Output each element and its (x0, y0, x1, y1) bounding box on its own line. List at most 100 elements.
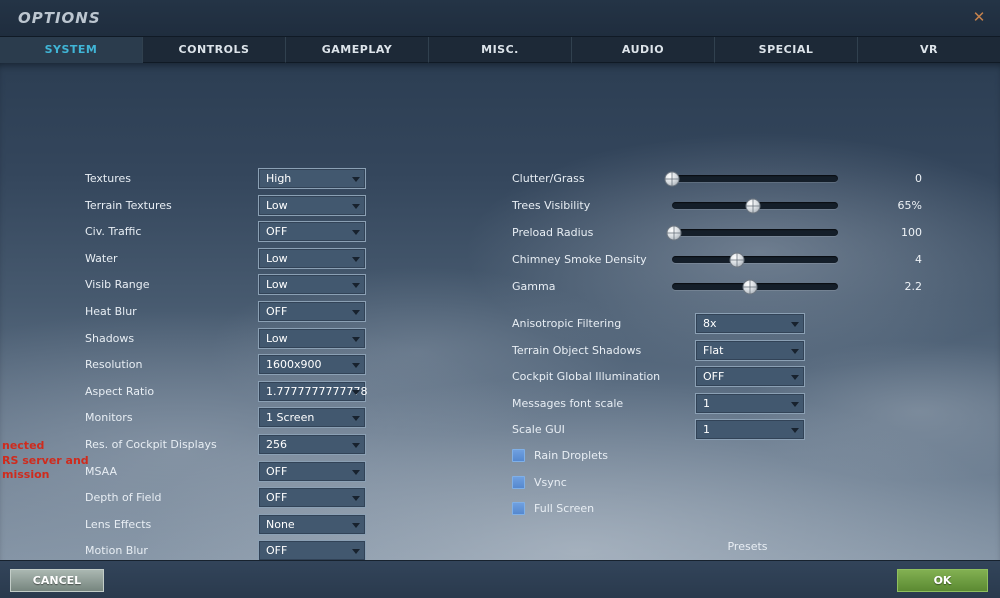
tab[interactable]: SYSTEM (0, 37, 143, 63)
checkbox[interactable] (512, 502, 525, 515)
setting-dropdown[interactable]: 1600x900 (258, 354, 366, 376)
setting-row: Terrain Textures Low (85, 194, 366, 216)
setting-label: Cockpit Global Illumination (512, 370, 661, 384)
tab[interactable]: CONTROLS (143, 37, 286, 63)
chevron-down-icon (791, 401, 799, 407)
title-bar: OPTIONS ✕ (0, 0, 1000, 37)
setting-dropdown[interactable]: 1 (695, 392, 805, 414)
chevron-down-icon (791, 428, 799, 434)
slider-label: Gamma (512, 280, 556, 293)
slider-handle[interactable] (742, 279, 758, 294)
slider-track[interactable] (672, 252, 838, 267)
ok-button[interactable]: OK (897, 569, 988, 592)
slider-value: 65% (897, 199, 922, 212)
setting-dropdown[interactable]: Flat (695, 339, 805, 361)
setting-label: Scale GUI (512, 423, 565, 437)
dropdown-value: 1600x900 (266, 358, 322, 372)
setting-dropdown[interactable]: OFF (258, 487, 366, 509)
setting-dropdown[interactable]: 1 Screen (258, 407, 366, 429)
setting-dropdown[interactable]: OFF (258, 300, 366, 322)
dropdown-value: 256 (266, 437, 287, 451)
dropdown-value: Low (266, 331, 288, 345)
left-settings-column: Textures High Terrain Textures Low Civ. … (85, 168, 367, 598)
setting-dropdown[interactable]: Low (258, 327, 366, 349)
setting-row: Terrain Object Shadows Flat (512, 339, 807, 361)
setting-dropdown[interactable]: None (258, 513, 366, 535)
slider-value: 2.2 (904, 280, 923, 293)
presets-title: Presets (727, 540, 768, 553)
setting-row: Anisotropic Filtering 8x (512, 313, 807, 334)
right-settings-column: Anisotropic Filtering 8x Terrain Object … (512, 313, 807, 441)
chevron-down-icon (791, 348, 799, 354)
setting-dropdown[interactable]: Low (258, 194, 366, 216)
setting-label: Resolution (85, 358, 143, 372)
setting-row: Textures High (85, 168, 366, 189)
chevron-down-icon (352, 522, 360, 528)
setting-row: Shadows Low (85, 327, 366, 349)
setting-dropdown[interactable]: OFF (258, 221, 366, 243)
setting-label: Messages font scale (512, 396, 624, 410)
slider-handle[interactable] (664, 171, 680, 186)
tab[interactable]: GAMEPLAY (286, 37, 429, 63)
setting-dropdown[interactable]: 256 (258, 433, 366, 455)
tab-label: SYSTEM (44, 43, 98, 56)
setting-dropdown[interactable]: 1.7777777777778 (258, 380, 367, 402)
setting-label: Heat Blur (85, 304, 137, 318)
setting-label: Civ. Traffic (85, 225, 142, 239)
close-icon[interactable]: ✕ (970, 8, 988, 26)
chevron-down-icon (352, 496, 360, 502)
slider-track[interactable] (664, 171, 838, 186)
checkbox[interactable] (512, 475, 525, 489)
settings-panel: nected RS server and mission Textures Hi… (0, 63, 1000, 598)
slider-handle[interactable] (666, 225, 682, 240)
dropdown-value: 1 (703, 396, 710, 410)
cancel-button[interactable]: CANCEL (10, 569, 104, 592)
slider-row: Clutter/Grass 0 (512, 168, 922, 189)
tab[interactable]: MISC. (429, 37, 572, 63)
setting-dropdown[interactable]: 8x (695, 313, 805, 334)
setting-dropdown[interactable]: OFF (258, 460, 366, 482)
dropdown-value: 8x (703, 317, 717, 330)
setting-dropdown[interactable]: OFF (695, 366, 805, 388)
dropdown-value: OFF (266, 225, 288, 239)
checkbox-row: Vsync (512, 472, 762, 493)
cancel-button-label: CANCEL (32, 574, 82, 587)
slider-value: 4 (915, 253, 922, 266)
setting-dropdown[interactable]: High (258, 168, 366, 189)
setting-dropdown[interactable]: 1 (695, 419, 805, 441)
slider-handle[interactable] (729, 252, 745, 267)
ok-button-label: OK (933, 574, 952, 587)
setting-label: Textures (85, 172, 131, 185)
setting-label: Aspect Ratio (85, 384, 155, 398)
setting-row: Cockpit Global Illumination OFF (512, 366, 807, 388)
slider-track[interactable] (666, 225, 838, 240)
tab[interactable]: SPECIAL (715, 37, 858, 63)
setting-row: Resolution 1600x900 (85, 354, 366, 376)
slider-track[interactable] (672, 279, 838, 294)
setting-dropdown[interactable]: Low (258, 247, 366, 269)
footer-bar: CANCEL OK (0, 560, 1000, 598)
chevron-down-icon (352, 256, 360, 262)
setting-row: MSAA OFF (85, 460, 366, 482)
tab[interactable]: AUDIO (572, 37, 715, 63)
setting-row: Res. of Cockpit Displays 256 (85, 433, 366, 455)
tab[interactable]: VR (858, 37, 1000, 63)
chevron-down-icon (352, 203, 360, 209)
setting-label: Terrain Object Shadows (512, 343, 642, 357)
checkbox-label: Full Screen (534, 502, 595, 515)
setting-dropdown[interactable]: OFF (258, 540, 366, 562)
setting-label: Depth of Field (85, 491, 162, 505)
slider-track[interactable] (672, 198, 838, 213)
setting-row: Visib Range Low (85, 274, 366, 296)
dropdown-value: OFF (703, 370, 725, 384)
checkbox[interactable] (512, 449, 525, 462)
checkbox-row: Full Screen (512, 498, 762, 519)
setting-dropdown[interactable]: Low (258, 274, 366, 296)
checkbox-row: Rain Droplets (512, 445, 762, 466)
slider-handle[interactable] (745, 198, 761, 213)
slider-value: 100 (901, 226, 922, 239)
setting-row: Heat Blur OFF (85, 300, 366, 322)
setting-row: Aspect Ratio 1.7777777777778 (85, 380, 367, 402)
tab-label: AUDIO (621, 43, 665, 56)
dropdown-value: None (266, 517, 295, 531)
